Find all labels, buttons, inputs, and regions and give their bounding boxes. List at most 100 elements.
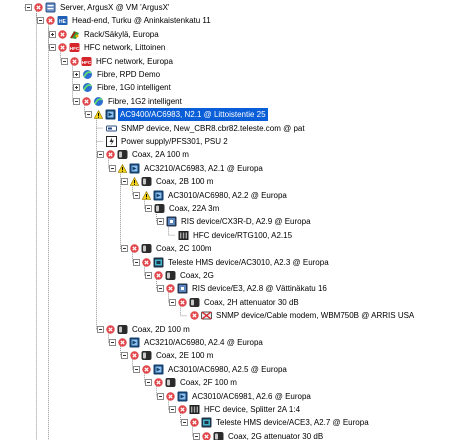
collapse-toggle-minus-icon[interactable] [97, 325, 104, 333]
tree-row[interactable]: Rack/Säkylä, Europa [0, 28, 473, 41]
tree-node-label[interactable]: AC3210/AC6983, A2.1 @ Europa [142, 162, 265, 175]
tree-node-label[interactable]: Fibre, 1G2 intelligent [106, 95, 184, 108]
collapse-toggle-minus-icon[interactable] [193, 432, 200, 440]
collapse-toggle-minus-icon[interactable] [37, 17, 44, 25]
tree-row[interactable]: HFC device, Splitter 2A 1:4 [0, 403, 473, 416]
tree-row[interactable]: Fibre, 1G2 intelligent [0, 95, 473, 108]
collapse-toggle-minus-icon[interactable] [25, 4, 32, 11]
tree-row[interactable]: AC3210/AC6980, A2.4 @ Europa [0, 336, 473, 349]
collapse-toggle-minus-icon[interactable] [133, 258, 140, 266]
tree-node-label[interactable]: Coax, 2F 100 m [178, 376, 239, 389]
tree-node-label[interactable]: SNMP device/Cable modem, WBM750B @ ARRIS… [214, 309, 416, 322]
tree-row[interactable]: AC3010/AC6980, A2.2 @ Europa [0, 189, 473, 202]
tree-node-label[interactable]: AC3210/AC6980, A2.4 @ Europa [142, 336, 265, 349]
error-status-icon [70, 56, 79, 66]
collapse-toggle-minus-icon[interactable] [181, 419, 188, 427]
tree-node-label[interactable]: Coax, 2G attenuator 30 dB [226, 430, 325, 440]
tree-row[interactable]: AC9400/AC6983, N2.1 @ Littoistentie 25 [0, 108, 473, 122]
collapse-toggle-minus-icon[interactable] [97, 151, 104, 159]
hms-device-icon [201, 417, 212, 428]
tree-row[interactable]: SNMP device/Cable modem, WBM750B @ ARRIS… [0, 309, 473, 322]
tree-node-label[interactable]: Coax, 2E 100 m [154, 349, 215, 362]
tree-node-label[interactable]: Coax, 22A 3m [167, 202, 221, 215]
tree-row[interactable]: HFC device/RTG100, A2.15 [0, 229, 473, 242]
tree-node-label[interactable]: AC3010/AC6980, A2.5 @ Europa [166, 363, 289, 376]
tree-node-label[interactable]: RIS device/E3, A2.8 @ Vättinäkatu 16 [190, 282, 329, 295]
tree-row[interactable]: Coax, 2H attenuator 30 dB [0, 296, 473, 309]
tree-row[interactable]: AC3210/AC6983, A2.1 @ Europa [0, 162, 473, 175]
collapse-toggle-minus-icon[interactable] [157, 392, 164, 400]
tree-node-label[interactable]: Coax, 2B 100 m [154, 175, 215, 188]
collapse-toggle-minus-icon[interactable] [133, 191, 140, 199]
collapse-toggle-minus-icon[interactable] [121, 245, 128, 253]
expand-toggle-plus-icon[interactable] [73, 71, 80, 78]
collapse-toggle-minus-icon[interactable] [121, 178, 128, 186]
collapse-toggle-minus-icon[interactable] [61, 57, 68, 65]
tree-row[interactable]: Power supply/PFS301, PSU 2 [0, 135, 473, 148]
tree-row[interactable]: Coax, 2C 100m [0, 242, 473, 255]
tree-node-label[interactable]: Server, ArgusX @ VM 'ArgusX' [58, 1, 171, 14]
tree-row[interactable]: Coax, 2D 100 m [0, 323, 473, 336]
tree-node-label[interactable]: Rack/Säkylä, Europa [82, 28, 161, 41]
collapse-toggle-minus-icon[interactable] [145, 272, 152, 279]
tree-row[interactable]: RIS device/E3, A2.8 @ Vättinäkatu 16 [0, 282, 473, 295]
tree-node-label[interactable]: Head-end, Turku @ Aninkaistenkatu 11 [70, 14, 213, 27]
tree-row[interactable]: Fibre, RPD Demo [0, 68, 473, 81]
collapse-toggle-minus-icon[interactable] [133, 365, 140, 373]
tree-row[interactable]: Coax, 2F 100 m [0, 376, 473, 389]
tree-row[interactable]: HFC HFC network, Littoinen [0, 41, 473, 54]
collapse-toggle-minus-icon[interactable] [49, 44, 56, 52]
collapse-toggle-minus-icon[interactable] [145, 379, 152, 387]
tree-row[interactable]: Coax, 2G attenuator 30 dB [0, 430, 473, 440]
tree-node-label[interactable]: Fibre, RPD Demo [95, 68, 162, 81]
tree-node-label[interactable]: Coax, 2D 100 m [130, 323, 192, 336]
collapse-toggle-minus-icon[interactable] [109, 164, 116, 172]
collapse-toggle-minus-icon[interactable] [145, 205, 152, 212]
tree-node-label[interactable]: Teleste HMS device/AC3010, A2.3 @ Europa [166, 256, 331, 269]
tree-node-label[interactable]: RIS device/CX3R-D, A2.9 @ Europa [179, 215, 313, 228]
collapse-toggle-minus-icon[interactable] [109, 339, 116, 346]
tree-row[interactable]: HE Head-end, Turku @ Aninkaistenkatu 11 [0, 14, 473, 27]
tree-row[interactable]: SNMP device, New_CBR8.cbr82.teleste.com … [0, 122, 473, 135]
collapse-toggle-minus-icon[interactable] [73, 97, 80, 105]
expand-toggle-plus-icon[interactable] [49, 30, 56, 38]
tree-node-label[interactable]: Coax, 2A 100 m [130, 148, 191, 161]
collapse-toggle-minus-icon[interactable] [169, 298, 176, 306]
collapse-toggle-minus-icon[interactable] [157, 218, 164, 226]
tree-row[interactable]: AC3010/AC6980, A2.5 @ Europa [0, 363, 473, 376]
tree-row[interactable]: RIS device/CX3R-D, A2.9 @ Europa [0, 215, 473, 228]
tree-node-label[interactable]: AC3010/AC6981, A2.6 @ Europa [190, 390, 313, 403]
expand-toggle-plus-icon[interactable] [73, 84, 80, 92]
tree-row[interactable]: Coax, 22A 3m [0, 202, 473, 215]
tree-row[interactable]: HFC HFC network, Europa [0, 55, 473, 68]
tree-node-label[interactable]: Coax, 2C 100m [154, 242, 214, 255]
rack-icon [69, 29, 80, 40]
svg-text:HFC: HFC [70, 46, 80, 51]
collapse-toggle-minus-icon[interactable] [157, 285, 164, 293]
tree-row[interactable]: Coax, 2E 100 m [0, 349, 473, 362]
tree-node-label[interactable]: Coax, 2G [178, 269, 216, 282]
tree-node-label[interactable]: Power supply/PFS301, PSU 2 [119, 135, 230, 148]
tree-row[interactable]: Coax, 2A 100 m [0, 148, 473, 161]
tree-node-label[interactable]: Coax, 2H attenuator 30 dB [202, 296, 301, 309]
tree-row[interactable]: AC3010/AC6981, A2.6 @ Europa [0, 390, 473, 403]
tree-row[interactable]: Coax, 2G [0, 269, 473, 282]
collapse-toggle-minus-icon[interactable] [85, 111, 92, 119]
tree-node-label[interactable]: AC9400/AC6983, N2.1 @ Littoistentie 25 [118, 108, 268, 122]
network-tree[interactable]: Server, ArgusX @ VM 'ArgusX' HE Head-end, … [0, 0, 473, 440]
collapse-toggle-minus-icon[interactable] [121, 352, 128, 360]
tree-row[interactable]: Server, ArgusX @ VM 'ArgusX' [0, 1, 473, 14]
tree-node-label[interactable]: AC3010/AC6980, A2.2 @ Europa [166, 189, 289, 202]
tree-node-label[interactable]: Fibre, 1G0 intelligent [95, 81, 173, 94]
tree-row[interactable]: Coax, 2B 100 m [0, 175, 473, 188]
tree-node-label[interactable]: HFC network, Littoinen [82, 41, 167, 54]
tree-row[interactable]: Teleste HMS device/ACE3, A2.7 @ Europa [0, 416, 473, 429]
tree-node-label[interactable]: HFC device/RTG100, A2.15 [191, 229, 294, 242]
tree-row[interactable]: Teleste HMS device/AC3010, A2.3 @ Europa [0, 256, 473, 269]
tree-node-label[interactable]: Teleste HMS device/ACE3, A2.7 @ Europa [214, 416, 371, 429]
tree-node-label[interactable]: HFC network, Europa [94, 55, 175, 68]
tree-node-label[interactable]: SNMP device, New_CBR8.cbr82.teleste.com … [119, 122, 307, 135]
tree-node-label[interactable]: HFC device, Splitter 2A 1:4 [202, 403, 302, 416]
tree-row[interactable]: Fibre, 1G0 intelligent [0, 81, 473, 94]
collapse-toggle-minus-icon[interactable] [169, 406, 176, 413]
